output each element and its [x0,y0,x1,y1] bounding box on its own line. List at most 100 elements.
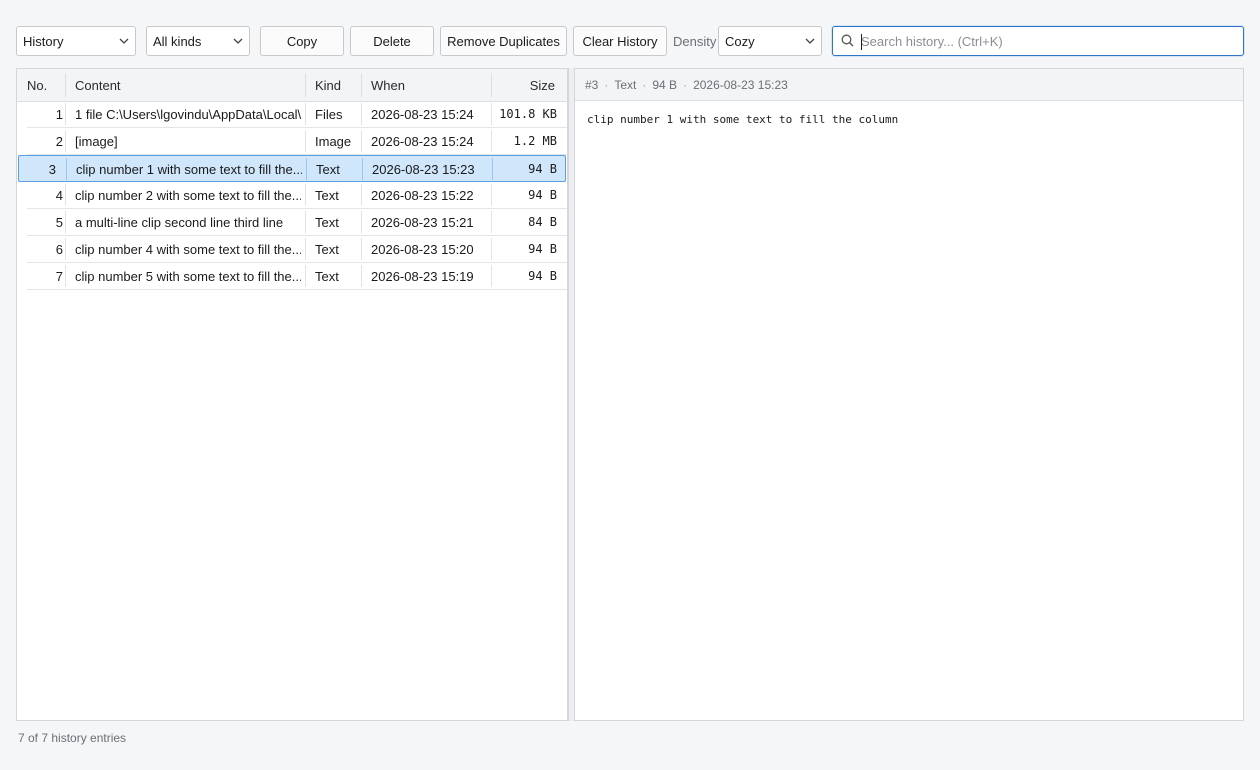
list-header: No. Content Kind When Size [17,69,567,102]
remove-duplicates-button[interactable]: Remove Duplicates [440,26,567,56]
column-header-kind[interactable]: Kind [315,69,365,101]
search-placeholder: Search history... (Ctrl+K) [861,33,1003,49]
cell-divider [65,238,66,260]
column-header-when[interactable]: When [371,69,471,101]
search-icon [841,34,855,48]
preview-pane: #3 · Text · 94 B · 2026-08-23 15:23 clip… [574,68,1244,721]
row-when: 2026-08-23 15:22 [371,187,474,203]
cell-divider [361,184,362,206]
cell-divider [305,184,306,206]
row-size: 94 B [528,188,557,202]
chevron-down-icon [113,26,135,56]
table-row[interactable]: 4 clip number 2 with some text to fill t… [27,182,567,209]
row-number: 6 [55,241,63,257]
cell-divider [65,265,66,287]
cell-divider [361,265,362,287]
row-size: 94 B [528,242,557,256]
table-row-selected[interactable]: 3 clip number 1 with some text to fill t… [18,155,566,182]
search-input[interactable]: Search history... (Ctrl+K) [832,26,1244,56]
cell-divider [305,130,306,152]
row-content: clip number 1 with some text to fill the… [76,161,302,177]
clear-history-button[interactable]: Clear History [573,26,667,56]
cell-divider [65,211,66,233]
preview-when: 2026-08-23 15:23 [693,77,788,92]
row-when: 2026-08-23 15:21 [371,214,474,230]
row-size: 84 B [528,215,557,229]
cell-divider [492,158,493,180]
column-header-no[interactable]: No. [27,69,67,101]
cell-divider [305,238,306,260]
row-content: clip number 2 with some text to fill the… [75,187,301,203]
cell-divider [491,130,492,152]
cell-divider [361,211,362,233]
status-text: 7 of 7 history entries [18,731,127,745]
row-number: 3 [48,161,56,177]
clipboard-history-window: History All kinds Copy Delete Remove Dup… [0,0,1260,770]
row-number: 4 [55,187,63,203]
table-row[interactable]: 5 a multi-line clip second line third li… [27,209,567,236]
chevron-down-icon [227,26,249,56]
cell-divider [362,158,363,180]
density-label: Density [673,33,717,49]
row-number: 1 [55,106,63,122]
table-row[interactable]: 6 clip number 4 with some text to fill t… [27,236,567,263]
chevron-down-icon [799,26,821,56]
cell-divider [361,103,362,125]
row-kind: Text [315,241,339,257]
preview-meta: #3 · Text · 94 B · 2026-08-23 15:23 [575,69,1243,101]
row-number: 2 [55,133,63,149]
cell-divider [305,265,306,287]
cell-divider [305,103,306,125]
view-select-value: History [23,33,64,49]
table-row[interactable]: 7 clip number 5 with some text to fill t… [27,263,567,290]
cell-divider [491,211,492,233]
cell-divider [491,184,492,206]
table-row[interactable]: 2 [image] Image 2026-08-23 15:24 1.2 MB [27,128,567,155]
cell-divider [491,238,492,260]
cell-divider [491,265,492,287]
row-size: 1.2 MB [513,134,557,148]
row-when: 2026-08-23 15:24 [371,106,474,122]
row-when: 2026-08-23 15:23 [372,161,475,177]
column-divider[interactable] [65,73,66,97]
column-divider[interactable] [305,73,306,97]
row-kind: Image [315,133,352,149]
cell-divider [305,211,306,233]
kind-select[interactable]: All kinds [146,26,250,56]
cell-divider [65,103,66,125]
density-select[interactable]: Cozy [718,26,822,56]
history-list[interactable]: No. Content Kind When Size 1 1 file C:\U… [16,68,568,721]
row-when: 2026-08-23 15:19 [371,268,474,284]
row-kind: Files [315,106,343,122]
separator-dot: · [683,77,688,92]
column-divider[interactable] [491,73,492,97]
cell-divider [65,130,66,152]
row-size: 94 B [528,162,557,176]
cell-divider [65,184,66,206]
preview-id: #3 [585,77,599,92]
preview-kind: Text [614,77,637,92]
toolbar: History All kinds Copy Delete Remove Dup… [16,26,1244,58]
row-when: 2026-08-23 15:24 [371,133,474,149]
row-when: 2026-08-23 15:20 [371,241,474,257]
column-divider[interactable] [361,73,362,97]
row-size: 94 B [528,269,557,283]
row-kind: Text [315,187,339,203]
row-kind: Text [315,268,339,284]
view-select[interactable]: History [16,26,136,56]
delete-button[interactable]: Delete [350,26,434,56]
row-content: [image] [75,133,118,149]
column-header-size[interactable]: Size [497,69,555,101]
preview-text[interactable]: clip number 1 with some text to fill the… [587,113,898,126]
row-content: 1 file C:\Users\lgovindu\AppData\Local\.… [75,106,301,122]
table-row[interactable]: 1 1 file C:\Users\lgovindu\AppData\Local… [27,101,567,128]
separator-dot: · [604,77,609,92]
column-header-content[interactable]: Content [75,69,295,101]
cell-divider [306,158,307,180]
row-content: a multi-line clip second line third line [75,214,284,230]
density-select-value: Cozy [725,33,755,49]
row-size: 101.8 KB [499,107,557,121]
copy-button[interactable]: Copy [260,26,344,56]
cell-divider [361,238,362,260]
kind-select-value: All kinds [153,33,202,49]
